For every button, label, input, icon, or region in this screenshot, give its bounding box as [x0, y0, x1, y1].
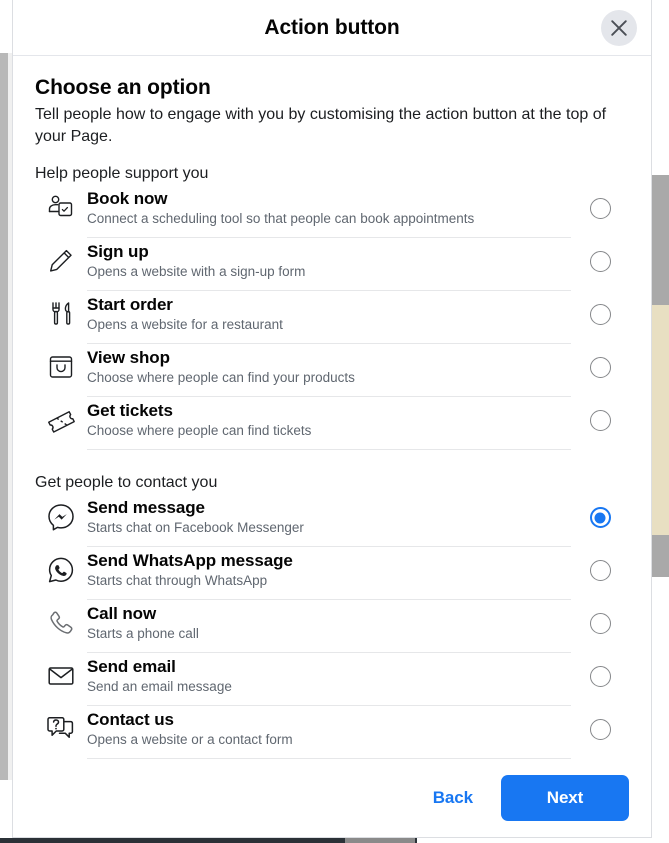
dialog-body: Choose an option Tell people how to enga… [13, 56, 651, 759]
option-radio-book-now[interactable] [571, 185, 629, 238]
radio-icon-selected[interactable] [589, 507, 611, 529]
option-label: Start order [87, 295, 173, 315]
background-right-gray-band [652, 175, 669, 305]
option-description: Starts chat through WhatsApp [87, 573, 268, 589]
option-label: Send WhatsApp message [87, 551, 293, 571]
action-button-dialog: Action button Choose an option Tell peop… [12, 0, 652, 838]
option-group-contact: Get people to contact you Send message S… [35, 472, 629, 759]
option-radio-call-now[interactable] [571, 600, 629, 653]
option-label: Contact us [87, 710, 174, 730]
background-bottom-segment-a [345, 838, 415, 843]
option-row-get-tickets[interactable]: Get tickets Choose where people can find… [35, 397, 629, 450]
option-text-send-whatsapp-message: Send WhatsApp message Starts chat throug… [87, 547, 571, 600]
booking-person-icon [35, 185, 87, 223]
radio-icon[interactable] [589, 410, 611, 432]
background-right-gray-band-2 [652, 535, 669, 577]
option-description: Opens a website or a contact form [87, 732, 293, 748]
option-description: Choose where people can find your produc… [87, 370, 355, 386]
close-icon [610, 19, 628, 37]
option-row-book-now[interactable]: Book now Connect a scheduling tool so th… [35, 185, 629, 238]
option-row-view-shop[interactable]: View shop Choose where people can find y… [35, 344, 629, 397]
option-row-start-order[interactable]: Start order Opens a website for a restau… [35, 291, 629, 344]
option-label: Send message [87, 498, 205, 518]
dialog-footer: Back Next [13, 759, 651, 837]
option-radio-get-tickets[interactable] [571, 397, 629, 450]
option-text-start-order: Start order Opens a website for a restau… [87, 291, 571, 344]
option-label: Call now [87, 604, 157, 624]
next-button[interactable]: Next [501, 775, 629, 821]
radio-icon[interactable] [589, 560, 611, 582]
whatsapp-icon [35, 547, 87, 585]
background-right-column [652, 0, 669, 843]
option-description: Starts chat on Facebook Messenger [87, 520, 304, 536]
radio-icon[interactable] [589, 666, 611, 688]
pencil-icon [35, 238, 87, 276]
group-title-support: Help people support you [35, 165, 209, 183]
option-radio-send-message[interactable] [571, 494, 629, 547]
shopping-bag-icon [35, 344, 87, 382]
dialog-header: Action button [13, 0, 651, 56]
radio-icon[interactable] [589, 719, 611, 741]
option-row-sign-up[interactable]: Sign up Opens a website with a sign-up f… [35, 238, 629, 291]
option-description: Choose where people can find tickets [87, 423, 312, 439]
option-radio-view-shop[interactable] [571, 344, 629, 397]
choose-option-heading: Choose an option [35, 76, 211, 99]
option-radio-contact-us[interactable] [571, 706, 629, 759]
option-row-send-whatsapp-message[interactable]: Send WhatsApp message Starts chat throug… [35, 547, 629, 600]
option-radio-sign-up[interactable] [571, 238, 629, 291]
question-chat-icon [35, 706, 87, 744]
radio-icon[interactable] [589, 304, 611, 326]
option-row-call-now[interactable]: Call now Starts a phone call [35, 600, 629, 653]
option-radio-start-order[interactable] [571, 291, 629, 344]
option-description: Opens a website with a sign-up form [87, 264, 306, 280]
option-label: Book now [87, 189, 168, 209]
option-description: Connect a scheduling tool so that people… [87, 211, 475, 227]
background-right-tan-band [652, 305, 669, 535]
radio-icon[interactable] [589, 613, 611, 635]
choose-option-description: Tell people how to engage with you by cu… [35, 106, 607, 145]
option-text-view-shop: View shop Choose where people can find y… [87, 344, 571, 397]
option-radio-send-whatsapp-message[interactable] [571, 547, 629, 600]
messenger-icon [35, 494, 87, 532]
option-row-send-message[interactable]: Send message Starts chat on Facebook Mes… [35, 494, 629, 547]
ticket-icon [35, 397, 87, 437]
close-button[interactable] [601, 9, 637, 46]
option-radio-send-email[interactable] [571, 653, 629, 706]
option-text-book-now: Book now Connect a scheduling tool so th… [87, 185, 571, 238]
option-description: Opens a website for a restaurant [87, 317, 283, 333]
option-text-send-email: Send email Send an email message [87, 653, 571, 706]
option-label: Get tickets [87, 401, 173, 421]
option-row-contact-us[interactable]: Contact us Opens a website or a contact … [35, 706, 629, 759]
option-label: View shop [87, 348, 170, 368]
option-description: Send an email message [87, 679, 232, 695]
fork-knife-icon [35, 291, 87, 329]
radio-icon[interactable] [589, 251, 611, 273]
option-description: Starts a phone call [87, 626, 199, 642]
envelope-icon [35, 653, 87, 691]
option-label: Send email [87, 657, 176, 677]
background-left-scrollbar [0, 53, 8, 780]
option-row-send-email[interactable]: Send email Send an email message [35, 653, 629, 706]
radio-icon[interactable] [589, 357, 611, 379]
option-text-call-now: Call now Starts a phone call [87, 600, 571, 653]
option-text-contact-us: Contact us Opens a website or a contact … [87, 706, 571, 759]
page-root: Action button Choose an option Tell peop… [0, 0, 669, 843]
back-button[interactable]: Back [423, 780, 483, 816]
group-title-contact: Get people to contact you [35, 474, 218, 492]
radio-icon[interactable] [589, 198, 611, 220]
option-group-support: Help people support you Book now Connect… [35, 163, 629, 450]
background-bottom-segment-b [417, 838, 669, 843]
option-text-send-message: Send message Starts chat on Facebook Mes… [87, 494, 571, 547]
page-title: Action button [264, 15, 400, 39]
phone-icon [35, 600, 87, 638]
option-text-get-tickets: Get tickets Choose where people can find… [87, 397, 571, 450]
option-text-sign-up: Sign up Opens a website with a sign-up f… [87, 238, 571, 291]
option-label: Sign up [87, 242, 149, 262]
